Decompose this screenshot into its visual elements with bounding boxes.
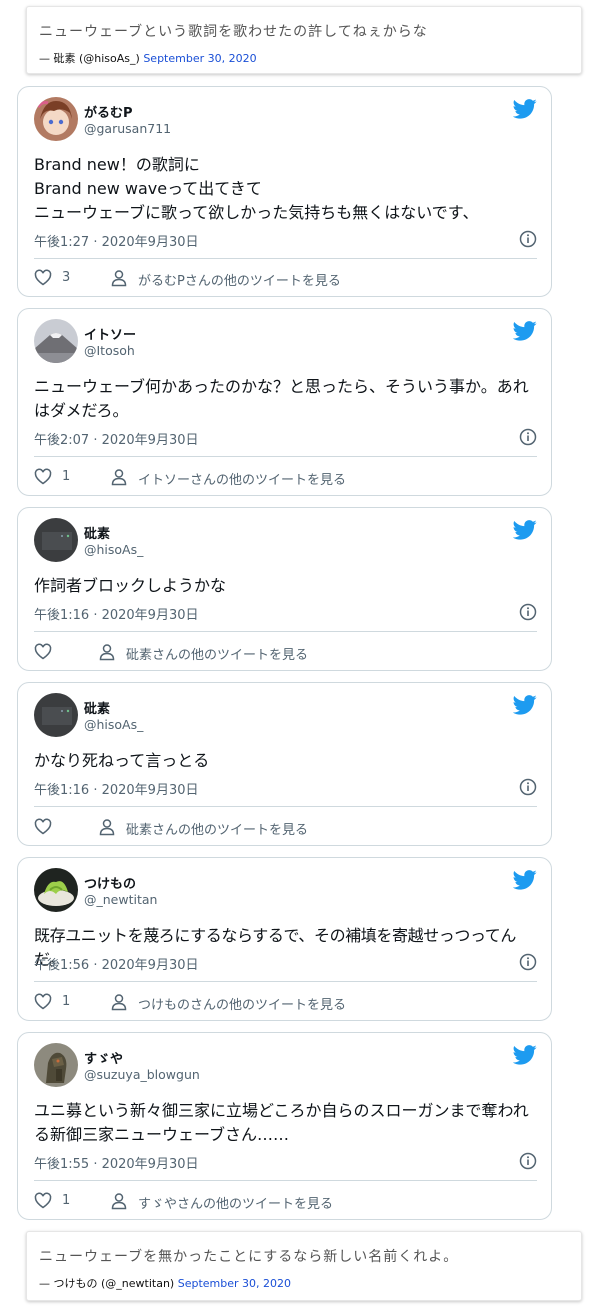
divider bbox=[34, 1180, 537, 1181]
avatar[interactable] bbox=[34, 319, 78, 363]
tweet-card[interactable]: 砒素 @hisoAs_ 作詞者ブロックしようかな 午後1:16 · 2020年9… bbox=[17, 507, 552, 671]
tweet-actions: 1 つけものさんの他のツイートを見る bbox=[34, 992, 537, 1014]
divider bbox=[34, 631, 537, 632]
tweet-text: 作詞者ブロックしようかな bbox=[34, 576, 227, 595]
like-count[interactable]: 3 bbox=[62, 270, 70, 285]
display-name[interactable]: すゞや bbox=[84, 1048, 123, 1067]
more-tweets-link[interactable]: 砒素さんの他のツイートを見る bbox=[126, 644, 308, 663]
tweet-text: ニューウェーブ何かあったのかな？と思ったら、そういう事か。あれはダメだろ。 bbox=[34, 377, 529, 420]
heart-icon[interactable] bbox=[34, 643, 52, 661]
tweet-timestamp[interactable]: 午後1:16 · 2020年9月30日 bbox=[34, 604, 199, 623]
heart-icon[interactable] bbox=[34, 269, 52, 287]
person-icon bbox=[99, 644, 115, 661]
more-tweets-link[interactable]: すゞやさんの他のツイートを見る bbox=[138, 1193, 333, 1212]
info-icon[interactable] bbox=[519, 230, 537, 248]
display-name[interactable]: がるむP bbox=[84, 102, 133, 121]
more-tweets-link[interactable]: イトソーさんの他のツイートを見る bbox=[138, 469, 346, 488]
divider bbox=[34, 456, 537, 457]
divider bbox=[34, 981, 537, 982]
heart-icon[interactable] bbox=[34, 1192, 52, 1210]
info-icon[interactable] bbox=[519, 1152, 537, 1170]
person-icon bbox=[111, 1193, 127, 1210]
display-name[interactable]: つけもの bbox=[84, 873, 136, 892]
quote-date-link[interactable]: September 30, 2020 bbox=[143, 52, 256, 65]
more-tweets-link[interactable]: つけものさんの他のツイートを見る bbox=[138, 994, 346, 1013]
like-count[interactable]: 1 bbox=[62, 469, 70, 484]
info-icon[interactable] bbox=[519, 428, 537, 446]
embedded-quote-top: ニューウェーブという歌詞を歌わせたの許してねぇからな — 砒素 (@hisoAs… bbox=[26, 6, 582, 74]
person-icon bbox=[111, 270, 127, 287]
person-icon bbox=[111, 994, 127, 1011]
divider bbox=[34, 258, 537, 259]
tweet-actions: 1 すゞやさんの他のツイートを見る bbox=[34, 1191, 537, 1213]
user-handle[interactable]: @hisoAs_ bbox=[84, 542, 143, 557]
avatar[interactable] bbox=[34, 1043, 78, 1087]
info-icon[interactable] bbox=[519, 778, 537, 796]
twitter-bird-icon[interactable] bbox=[513, 870, 537, 890]
user-handle[interactable]: @hisoAs_ bbox=[84, 717, 143, 732]
tweet-timestamp[interactable]: 午後1:16 · 2020年9月30日 bbox=[34, 779, 199, 798]
tweet-actions: 1 イトソーさんの他のツイートを見る bbox=[34, 467, 537, 489]
quote-attribution: — つけもの (@_newtitan) September 30, 2020 bbox=[39, 1275, 569, 1291]
quote-attribution: — 砒素 (@hisoAs_) September 30, 2020 bbox=[39, 50, 569, 66]
quote-text: ニューウェーブという歌詞を歌わせたの許してねぇからな bbox=[39, 24, 428, 40]
more-tweets-link[interactable]: 砒素さんの他のツイートを見る bbox=[126, 819, 308, 838]
twitter-bird-icon[interactable] bbox=[513, 99, 537, 119]
display-name[interactable]: 砒素 bbox=[84, 698, 110, 717]
heart-icon[interactable] bbox=[34, 468, 52, 486]
person-icon bbox=[99, 819, 115, 836]
tweet-card[interactable]: がるむP @garusan711 Brand new！の歌詞に Brand ne… bbox=[17, 86, 552, 297]
tweet-actions: 砒素さんの他のツイートを見る bbox=[34, 642, 537, 664]
heart-icon[interactable] bbox=[34, 818, 52, 836]
twitter-bird-icon[interactable] bbox=[513, 321, 537, 341]
tweet-timestamp[interactable]: 午後2:07 · 2020年9月30日 bbox=[34, 429, 199, 448]
more-tweets-link[interactable]: がるむPさんの他のツイートを見る bbox=[138, 270, 341, 289]
avatar[interactable] bbox=[34, 518, 78, 562]
tweet-text: Brand new！の歌詞に Brand new waveって出てきて ニューウ… bbox=[34, 155, 479, 222]
twitter-bird-icon[interactable] bbox=[513, 1045, 537, 1065]
user-handle[interactable]: @_newtitan bbox=[84, 892, 157, 907]
user-handle[interactable]: @suzuya_blowgun bbox=[84, 1067, 200, 1082]
avatar[interactable] bbox=[34, 693, 78, 737]
tweet-timestamp[interactable]: 午後1:27 · 2020年9月30日 bbox=[34, 231, 199, 250]
quote-date-link[interactable]: September 30, 2020 bbox=[178, 1277, 291, 1290]
tweet-card[interactable]: すゞや @suzuya_blowgun ユニ募という新々御三家に立場どころか自ら… bbox=[17, 1032, 552, 1220]
tweet-text: かなり死ねって言っとる bbox=[34, 751, 210, 770]
twitter-bird-icon[interactable] bbox=[513, 695, 537, 715]
person-icon bbox=[111, 469, 127, 486]
tweet-actions: 砒素さんの他のツイートを見る bbox=[34, 817, 537, 839]
tweet-actions: 3 がるむPさんの他のツイートを見る bbox=[34, 268, 537, 290]
avatar[interactable] bbox=[34, 97, 78, 141]
avatar[interactable] bbox=[34, 868, 78, 912]
quote-author: — 砒素 (@hisoAs_) bbox=[39, 52, 140, 65]
user-handle[interactable]: @Itosoh bbox=[84, 343, 135, 358]
like-count[interactable]: 1 bbox=[62, 994, 70, 1009]
tweet-timestamp[interactable]: 午後1:55 · 2020年9月30日 bbox=[34, 1153, 199, 1172]
display-name[interactable]: イトソー bbox=[84, 324, 136, 343]
heart-icon[interactable] bbox=[34, 993, 52, 1011]
tweet-card[interactable]: 砒素 @hisoAs_ かなり死ねって言っとる 午後1:16 · 2020年9月… bbox=[17, 682, 552, 846]
twitter-bird-icon[interactable] bbox=[513, 520, 537, 540]
embedded-quote-bottom: ニューウェーブを無かったことにするなら新しい名前くれよ。 — つけもの (@_n… bbox=[26, 1231, 582, 1301]
display-name[interactable]: 砒素 bbox=[84, 523, 110, 542]
quote-author: — つけもの (@_newtitan) bbox=[39, 1277, 175, 1290]
quote-text: ニューウェーブを無かったことにするなら新しい名前くれよ。 bbox=[39, 1249, 459, 1265]
tweet-text: ユニ募という新々御三家に立場どころか自らのスローガンまで奪われる新御三家ニューウ… bbox=[34, 1101, 529, 1144]
info-icon[interactable] bbox=[519, 603, 537, 621]
tweet-timestamp[interactable]: 午後1:56 · 2020年9月30日 bbox=[34, 954, 199, 973]
divider bbox=[34, 806, 537, 807]
like-count[interactable]: 1 bbox=[62, 1193, 70, 1208]
info-icon[interactable] bbox=[519, 953, 537, 971]
user-handle[interactable]: @garusan711 bbox=[84, 121, 171, 136]
tweet-card[interactable]: イトソー @Itosoh ニューウェーブ何かあったのかな？と思ったら、そういう事… bbox=[17, 308, 552, 496]
tweet-card[interactable]: つけもの @_newtitan 既存ユニットを蔑ろにするならするで、その補填を寄… bbox=[17, 857, 552, 1021]
